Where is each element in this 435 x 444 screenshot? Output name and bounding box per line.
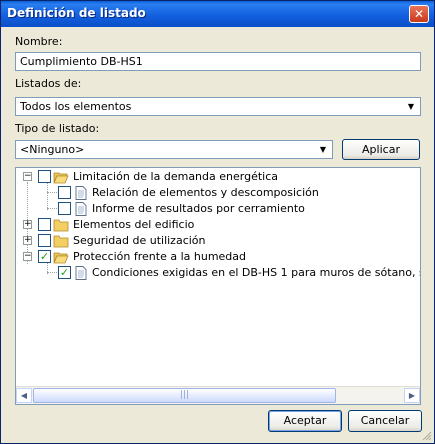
horizontal-scrollbar[interactable]: ◀ ||| ▶	[16, 386, 420, 404]
tree-item-label: Limitación de la demanda energética	[73, 170, 278, 183]
list-tree[interactable]: − Limitación de la demanda energética Re…	[15, 167, 421, 405]
checkbox[interactable]	[38, 170, 51, 183]
checkbox-checked[interactable]: ✓	[38, 250, 51, 263]
window-title: Definición de listado	[7, 6, 146, 20]
close-button[interactable]: ✕	[409, 5, 429, 23]
apply-button[interactable]: Aplicar	[342, 139, 420, 160]
expand-icon[interactable]: +	[23, 220, 32, 229]
listados-select[interactable]: Todos los elementos ▼	[15, 97, 421, 116]
dialog-window: Definición de listado ✕ Nombre: Cumplimi…	[0, 0, 435, 444]
document-icon	[75, 266, 87, 280]
tree-item-label: Seguridad de utilización	[73, 234, 206, 247]
tree-item-label: Condiciones exigidas en el DB-HS 1 para …	[92, 266, 420, 279]
tree-item-proteccion[interactable]: − ✓ Protección frente a la humedad	[16, 249, 420, 265]
folder-icon	[53, 219, 69, 232]
scroll-left-icon[interactable]: ◀	[16, 388, 32, 403]
document-icon	[75, 202, 87, 216]
checkbox[interactable]	[58, 186, 71, 199]
ok-button[interactable]: Aceptar	[268, 410, 342, 432]
collapse-icon[interactable]: −	[23, 252, 32, 261]
tipo-select[interactable]: <Ninguno> ▼	[15, 140, 333, 159]
tipo-select-value: <Ninguno>	[20, 143, 85, 156]
nombre-label: Nombre:	[15, 35, 63, 48]
title-bar[interactable]: Definición de listado ✕	[1, 1, 434, 27]
tree-item-elementos[interactable]: + Elementos del edificio	[16, 217, 420, 233]
tree-item-label: Protección frente a la humedad	[73, 250, 247, 263]
tipo-label: Tipo de listado:	[15, 122, 100, 135]
scroll-thumb[interactable]: |||	[33, 388, 336, 403]
checkbox[interactable]	[38, 234, 51, 247]
checkbox[interactable]	[38, 218, 51, 231]
nombre-input[interactable]: Cumplimiento DB-HS1	[15, 52, 421, 71]
tree-item-seguridad[interactable]: + Seguridad de utilización	[16, 233, 420, 249]
cancel-button[interactable]: Cancelar	[348, 410, 422, 432]
checkbox[interactable]	[58, 202, 71, 215]
tree-item-label: Informe de resultados por cerramiento	[92, 202, 305, 215]
tree-item-label: Elementos del edificio	[73, 218, 195, 231]
folder-open-icon	[53, 172, 69, 184]
chevron-down-icon[interactable]: ▼	[316, 143, 330, 156]
checkbox-checked[interactable]: ✓	[58, 266, 71, 279]
tree-item-condiciones[interactable]: ✓ Condiciones exigidas en el DB-HS 1 par…	[16, 265, 420, 281]
tree-item-label: Relación de elementos y descomposición	[92, 186, 319, 199]
folder-icon	[53, 235, 69, 248]
expand-icon[interactable]: +	[23, 236, 32, 245]
collapse-icon[interactable]: −	[23, 172, 32, 181]
listados-select-value: Todos los elementos	[20, 100, 132, 113]
listados-label: Listados de:	[15, 77, 82, 90]
folder-open-icon	[53, 252, 69, 264]
tree-item-relacion[interactable]: Relación de elementos y descomposición	[16, 185, 420, 201]
chevron-down-icon[interactable]: ▼	[404, 100, 418, 113]
document-icon	[75, 186, 87, 200]
resize-grip-icon[interactable]	[422, 431, 432, 441]
tree-item-limitacion[interactable]: − Limitación de la demanda energética	[16, 169, 420, 185]
tree-item-informe[interactable]: Informe de resultados por cerramiento	[16, 201, 420, 217]
scroll-right-icon[interactable]: ▶	[404, 388, 420, 403]
